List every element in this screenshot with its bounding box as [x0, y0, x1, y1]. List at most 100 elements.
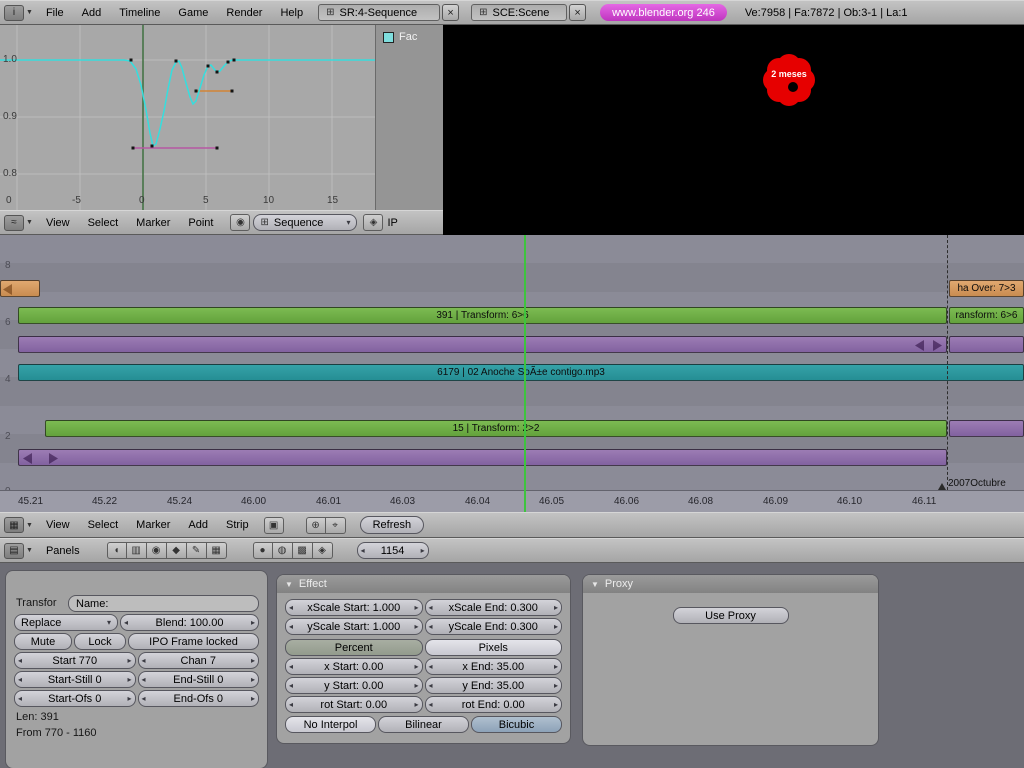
- ipo-editor-icon: ≈: [4, 214, 24, 231]
- effect-panel-header[interactable]: ▼ Effect: [277, 575, 570, 593]
- shading-context-icon[interactable]: ◉: [146, 542, 167, 559]
- editor-type-selector[interactable]: ▤ ▼: [4, 542, 33, 559]
- screen-selector[interactable]: ⊞ SR:4-Sequence: [318, 4, 441, 21]
- strip-purple-bottom-right-fragment[interactable]: [949, 420, 1024, 437]
- strip-name-field[interactable]: Name:: [68, 595, 259, 612]
- current-frame-field[interactable]: 1154: [356, 542, 429, 559]
- y-start-field[interactable]: y Start: 0.00: [285, 677, 423, 694]
- start-frame-field[interactable]: Start 770: [14, 652, 136, 669]
- menu-add[interactable]: Add: [73, 7, 111, 19]
- lamp-subcontext-icon[interactable]: ●: [252, 542, 273, 559]
- strip-handle-left-icon[interactable]: [3, 284, 12, 295]
- translate-view-icon[interactable]: ⌖: [325, 516, 346, 534]
- bicubic-toggle[interactable]: Bicubic: [471, 716, 562, 733]
- menu-view[interactable]: View: [37, 519, 79, 531]
- strip-purple-top-right-fragment[interactable]: [949, 336, 1024, 353]
- script-context-icon[interactable]: ▥: [126, 542, 147, 559]
- scene-context-icon[interactable]: ▦: [206, 542, 227, 559]
- strip-handle-left-icon[interactable]: [23, 453, 32, 464]
- menu-add[interactable]: Add: [179, 519, 217, 531]
- menu-game[interactable]: Game: [169, 7, 217, 19]
- x-start-field[interactable]: x Start: 0.00: [285, 658, 423, 675]
- strip-purple-bottom[interactable]: [18, 449, 947, 466]
- bilinear-toggle[interactable]: Bilinear: [378, 716, 469, 733]
- menu-select[interactable]: Select: [79, 217, 128, 229]
- strip-alpha-over-right[interactable]: ha Over: 7>3: [949, 280, 1024, 297]
- display-mode-icon[interactable]: ▣: [263, 516, 284, 534]
- menu-help[interactable]: Help: [271, 7, 312, 19]
- menu-point[interactable]: Point: [179, 217, 222, 229]
- strip-handle-right-icon[interactable]: [49, 453, 58, 464]
- blend-mode-dropdown[interactable]: Replace: [14, 614, 118, 631]
- rot-end-field[interactable]: rot End: 0.00: [424, 696, 562, 713]
- world-subcontext-icon[interactable]: ◈: [312, 542, 333, 559]
- scene-selector[interactable]: ⊞ SCE:Scene: [471, 4, 568, 21]
- no-interpol-toggle[interactable]: No Interpol: [285, 716, 376, 733]
- use-proxy-button[interactable]: Use Proxy: [672, 607, 789, 624]
- menu-select[interactable]: Select: [79, 519, 128, 531]
- ipo-pin-icon[interactable]: ◈: [363, 214, 384, 231]
- editor-type-selector[interactable]: ≈ ▼: [4, 214, 33, 231]
- blend-value-field[interactable]: Blend: 100.00: [120, 614, 259, 631]
- ruler-tick: 46.08: [688, 496, 714, 507]
- playhead[interactable]: [524, 235, 526, 512]
- strip-handle-left-icon[interactable]: [915, 340, 924, 351]
- refresh-button[interactable]: Refresh: [359, 516, 425, 534]
- percent-toggle[interactable]: Percent: [285, 639, 423, 656]
- strip-transform-6-6-right-fragment[interactable]: ransform: 6>6: [949, 307, 1024, 324]
- strip-transform-2-2[interactable]: 15 | Transform: 2>2: [45, 420, 947, 437]
- material-subcontext-icon[interactable]: ◍: [272, 542, 293, 559]
- menu-timeline[interactable]: Timeline: [110, 7, 169, 19]
- ruler-tick: 46.01: [316, 496, 342, 507]
- ipo-view-icon[interactable]: ◉: [230, 214, 251, 231]
- proxy-panel-header[interactable]: ▼ Proxy: [583, 575, 878, 593]
- editing-context-icon[interactable]: ✎: [186, 542, 207, 559]
- channel-fac[interactable]: Fac: [376, 25, 443, 43]
- texture-subcontext-icon[interactable]: ▩: [292, 542, 313, 559]
- strip-orange-left-fragment[interactable]: [0, 280, 40, 297]
- start-still-field[interactable]: Start-Still 0: [14, 671, 136, 688]
- strip-transform-6-6[interactable]: 391 | Transform: 6>6: [18, 307, 947, 324]
- zoom-border-icon[interactable]: ⊕: [305, 516, 326, 534]
- y-end-field[interactable]: y End: 35.00: [424, 677, 562, 694]
- menu-view[interactable]: View: [37, 217, 79, 229]
- screen-close-icon[interactable]: ×: [442, 4, 460, 21]
- sequencer-timeline[interactable]: 8 6 4 2 0 ha Over: 7>3 391 | Transform: …: [0, 235, 1024, 512]
- strip-handle-right-icon[interactable]: [933, 340, 942, 351]
- strip-purple-top[interactable]: [18, 336, 947, 353]
- timeline-marker-icon[interactable]: [938, 483, 946, 490]
- menu-panels[interactable]: Panels: [37, 545, 89, 557]
- object-context-icon[interactable]: ◆: [166, 542, 187, 559]
- logic-context-icon[interactable]: ◖: [106, 542, 127, 559]
- x-end-field[interactable]: x End: 35.00: [424, 658, 562, 675]
- channel-color-swatch[interactable]: [383, 31, 394, 43]
- channel-field[interactable]: Chan 7: [137, 652, 259, 669]
- rot-start-field[interactable]: rot Start: 0.00: [285, 696, 423, 713]
- editor-type-selector[interactable]: ▦ ▼: [4, 517, 33, 533]
- menu-marker[interactable]: Marker: [127, 217, 179, 229]
- strip-audio-mp3[interactable]: 6179 | 02 Anoche SoÃ±e contigo.mp3: [18, 364, 1024, 381]
- end-ofs-field[interactable]: End-Ofs 0: [137, 690, 259, 707]
- ipo-curve-editor[interactable]: 1.0 0.9 0.8 0 -5 0 5 10 15 Fac: [0, 25, 443, 210]
- xscale-start-field[interactable]: xScale Start: 1.000: [285, 599, 423, 616]
- pixels-toggle[interactable]: Pixels: [424, 639, 562, 656]
- video-preview[interactable]: 2 meses: [443, 25, 1024, 235]
- lock-toggle[interactable]: Lock: [74, 633, 126, 650]
- menu-marker[interactable]: Marker: [127, 519, 179, 531]
- scene-close-icon[interactable]: ×: [569, 4, 587, 21]
- ruler-tick: 46.04: [465, 496, 491, 507]
- xscale-end-field[interactable]: xScale End: 0.300: [424, 599, 562, 616]
- ipo-type-dropdown[interactable]: ⊞ Sequence: [253, 214, 358, 231]
- window-type-selector[interactable]: i ▼: [4, 4, 33, 21]
- menu-strip[interactable]: Strip: [217, 519, 258, 531]
- ipo-frame-locked-toggle[interactable]: IPO Frame locked: [128, 633, 259, 650]
- end-still-field[interactable]: End-Still 0: [137, 671, 259, 688]
- yscale-end-field[interactable]: yScale End: 0.300: [424, 618, 562, 635]
- menu-render[interactable]: Render: [217, 7, 271, 19]
- timeline-ruler[interactable]: 45.21 45.22 45.24 46.00 46.01 46.03 46.0…: [0, 490, 1024, 512]
- yscale-start-field[interactable]: yScale Start: 1.000: [285, 618, 423, 635]
- start-ofs-field[interactable]: Start-Ofs 0: [14, 690, 136, 707]
- mute-toggle[interactable]: Mute: [14, 633, 72, 650]
- context-buttons: ◖ ▥ ◉ ◆ ✎ ▦: [106, 542, 227, 559]
- menu-file[interactable]: File: [37, 7, 73, 19]
